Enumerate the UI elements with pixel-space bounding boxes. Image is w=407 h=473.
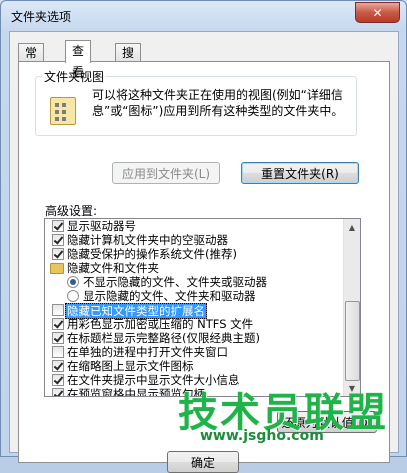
apply-to-folders-button[interactable]: 应用到文件夹(L)	[112, 162, 220, 184]
ok-button[interactable]: 确定	[167, 451, 239, 473]
checkbox[interactable]	[52, 332, 64, 344]
setting-label: 隐藏计算机文件夹中的空驱动器	[67, 233, 228, 247]
checkbox[interactable]	[52, 318, 64, 330]
setting-label: 隐藏受保护的操作系统文件(推荐)	[67, 247, 237, 261]
tab-general[interactable]: 常规	[18, 43, 45, 78]
setting-row[interactable]: 用彩色显示加密或压缩的 NTFS 文件	[45, 317, 343, 331]
checkbox[interactable]	[52, 388, 64, 396]
radio-button[interactable]	[67, 290, 79, 302]
folder-icon	[50, 263, 64, 274]
setting-label: 在缩略图上显示文件图标	[67, 359, 194, 373]
setting-label: 在单独的进程中打开文件夹窗口	[67, 345, 228, 359]
close-button[interactable]: ✕	[355, 2, 400, 23]
setting-label: 显示隐藏的文件、文件夹和驱动器	[83, 289, 256, 303]
setting-row[interactable]: 隐藏计算机文件夹中的空驱动器	[45, 233, 343, 247]
title-bar[interactable]: 文件夹选项 ✕	[1, 1, 406, 31]
setting-label: 用彩色显示加密或压缩的 NTFS 文件	[67, 317, 254, 331]
setting-label: 在标题栏显示完整路径(仅限经典主题)	[67, 331, 260, 345]
checkbox[interactable]	[52, 374, 64, 386]
setting-label: 显示驱动器号	[67, 219, 136, 233]
setting-label: 不显示隐藏的文件、文件夹或驱动器	[83, 275, 267, 289]
advanced-settings-list[interactable]: 显示驱动器号 隐藏计算机文件夹中的空驱动器 隐藏受保护的操作系统文件(推荐) 隐…	[44, 218, 361, 397]
radio-button[interactable]	[67, 276, 79, 288]
setting-row[interactable]: 在缩略图上显示文件图标	[45, 359, 343, 373]
window-title: 文件夹选项	[11, 10, 72, 24]
setting-row[interactable]: 在单独的进程中打开文件夹窗口	[45, 345, 343, 359]
site-watermark: 技术员联盟 www.jsgho.com	[178, 380, 386, 446]
setting-row[interactable]: 隐藏受保护的操作系统文件(推荐)	[45, 247, 343, 261]
folder-view-description: 可以将这种文件夹正在使用的视图(例如“详细信息”或“图标”)应用到所有这种类型的…	[92, 88, 344, 118]
close-icon: ✕	[372, 5, 383, 20]
watermark-url: www.jsgho.com	[200, 428, 324, 444]
checkbox[interactable]	[52, 346, 64, 358]
folder-view-icon	[50, 97, 76, 125]
setting-row[interactable]: 在标题栏显示完整路径(仅限经典主题)	[45, 331, 343, 345]
setting-row[interactable]: 显示驱动器号	[45, 219, 343, 233]
advanced-settings-rows: 显示驱动器号 隐藏计算机文件夹中的空驱动器 隐藏受保护的操作系统文件(推荐) 隐…	[45, 219, 343, 396]
checkbox[interactable]	[52, 360, 64, 372]
checkbox[interactable]	[52, 248, 64, 260]
vertical-scrollbar[interactable]: ▲ ▼	[343, 219, 360, 396]
tab-view[interactable]: 查看	[65, 40, 92, 79]
setting-row[interactable]: 显示隐藏的文件、文件夹和驱动器	[45, 289, 343, 303]
checkbox[interactable]	[52, 304, 64, 316]
setting-group-label: 隐藏文件和文件夹	[67, 261, 159, 275]
tab-search[interactable]: 搜索	[115, 43, 142, 78]
checkbox[interactable]	[52, 220, 64, 232]
setting-row-selected[interactable]: 隐藏已知文件类型的扩展名	[45, 303, 343, 319]
advanced-settings-label: 高级设置:	[45, 204, 98, 218]
setting-group-row: 隐藏文件和文件夹	[45, 261, 343, 275]
setting-row[interactable]: 不显示隐藏的文件、文件夹或驱动器	[45, 275, 343, 289]
checkbox[interactable]	[52, 234, 64, 246]
scroll-thumb[interactable]	[345, 301, 360, 381]
reset-folders-button[interactable]: 重置文件夹(R)	[241, 162, 359, 184]
scroll-up-arrow-icon[interactable]: ▲	[344, 219, 360, 235]
